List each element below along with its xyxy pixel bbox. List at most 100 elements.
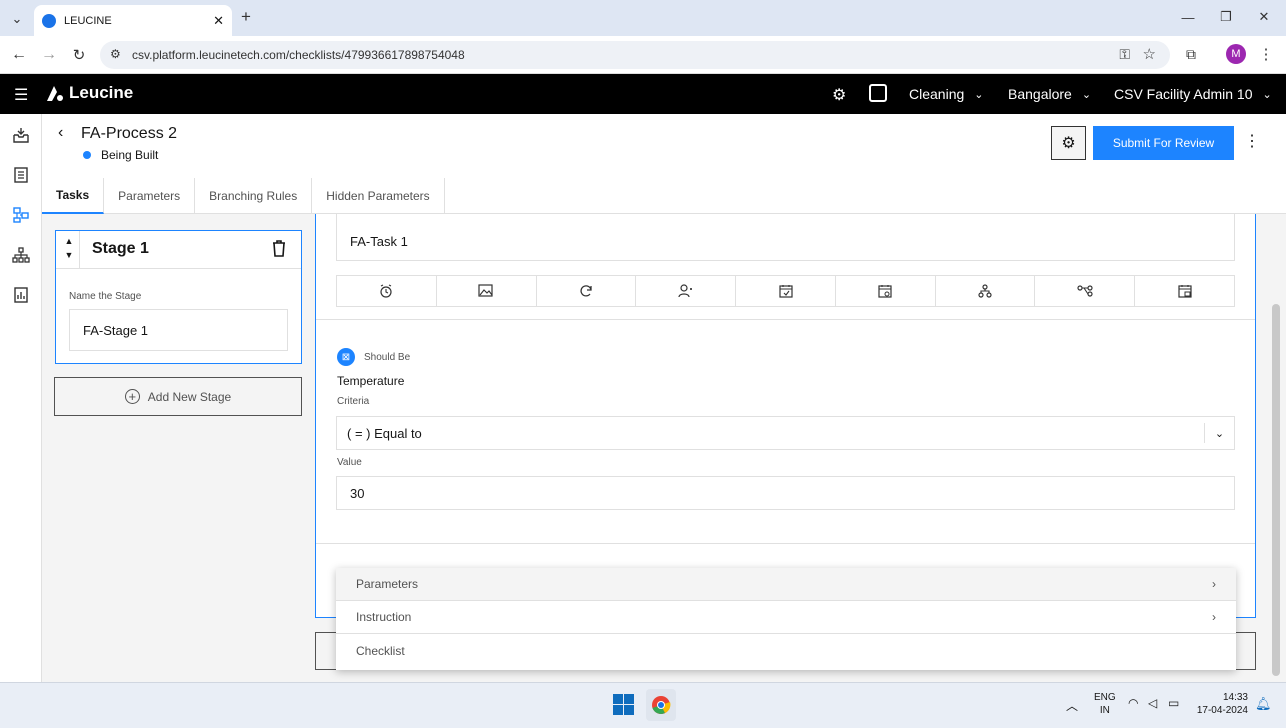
image-icon[interactable] [437,276,537,306]
menu-item-checklist[interactable]: Checklist [336,634,1236,667]
move-down-icon[interactable]: ▼ [62,248,76,262]
process-settings-button[interactable]: ⚙ [1051,126,1086,160]
site-info-icon[interactable]: ⚙ [110,47,121,61]
forward-icon[interactable]: → [40,46,58,64]
calendar-check-icon[interactable] [736,276,836,306]
browser-tab[interactable]: LEUCINE ✕ [34,5,232,36]
use-case-selector[interactable]: Cleaning ⌄ [909,86,983,102]
tray-chevron-up-icon[interactable]: ︿ [1066,697,1078,714]
address-bar[interactable]: ⚙ csv.platform.leucinetech.com/checklist… [100,41,1170,69]
add-element-menu: Parameters › Instruction › Checklist [336,568,1236,670]
back-icon[interactable]: ← [10,46,28,64]
stage-name-input[interactable]: FA-Stage 1 [69,309,288,351]
stage-reorder-control[interactable]: ▲ ▼ [62,234,76,262]
more-options-icon[interactable]: ⋮ [1244,131,1260,151]
menu-item-parameters[interactable]: Parameters › [336,568,1236,601]
menu-item-label: Parameters [356,577,419,591]
stage-name-label: Name the Stage [69,291,142,302]
value-input[interactable]: 30 [336,476,1235,510]
brand-logo[interactable]: Leucine [44,83,133,103]
chrome-taskbar-icon[interactable] [646,689,676,721]
bookmark-star-icon[interactable]: ☆ [1143,45,1156,63]
lang-top: ENG [1094,692,1116,703]
extensions-icon[interactable]: ⧉ [1182,45,1200,63]
password-key-icon[interactable]: ⚿ [1119,46,1130,63]
hierarchy-icon[interactable] [936,276,1036,306]
profile-avatar[interactable]: M [1226,44,1246,64]
back-arrow-icon[interactable]: ‹ [58,124,63,142]
process-title: FA-Process 2 [81,125,178,142]
value-label: Value [337,457,362,468]
builder-content: ▲ ▼ Stage 1 Name the Stage FA-Stage 1 + … [42,214,1286,682]
chevron-right-icon: › [1212,610,1216,624]
tab-parameters[interactable]: Parameters [104,178,196,214]
tab-tasks[interactable]: Tasks [42,178,105,214]
submit-for-review-button[interactable]: Submit For Review [1093,126,1234,160]
restore-icon[interactable]: ❐ [1218,9,1234,25]
windows-start-icon[interactable] [613,694,634,715]
branch-icon[interactable] [1035,276,1136,306]
language-indicator[interactable]: ENG IN [1094,691,1116,717]
notification-bell-icon[interactable]: 🔔︎ [1255,696,1272,712]
criteria-select[interactable]: ( = ) Equal to ⌄ [336,416,1235,450]
facility-label: Bangalore [1008,86,1072,102]
status-text: Being Built [101,148,159,162]
os-taskbar: ︿ ENG IN ◠ ◁ ▭ 14:33 17-04-2024 🔔︎ [0,682,1286,728]
ontology-icon[interactable] [10,244,32,266]
gear-icon: ⚙ [1061,135,1076,152]
clock-time: 14:33 [1222,692,1248,703]
tab-list-icon[interactable]: ⌄ [8,10,26,28]
hamburger-menu-icon[interactable]: ☰ [14,85,28,105]
clock[interactable]: 14:33 17-04-2024 [1192,691,1248,717]
tab-close-icon[interactable]: ✕ [213,13,224,29]
process-status: Being Built [83,148,158,162]
plus-circle-icon: + [124,389,140,404]
lang-bottom: IN [1099,705,1110,716]
task-card: FA-Task 1 ⊠ Should Be Temperature Criter… [315,214,1256,618]
stage-card-header: ▲ ▼ Stage 1 [56,231,301,269]
new-tab-icon[interactable]: + [238,7,254,26]
left-navigation-rail [0,114,42,682]
inbox-icon[interactable] [10,124,32,146]
minimize-icon[interactable]: — [1180,9,1196,25]
volume-icon[interactable]: ◁ [1148,696,1157,710]
menu-item-instruction[interactable]: Instruction › [336,601,1236,634]
window-close-icon[interactable]: ✕ [1256,9,1272,25]
facility-selector[interactable]: Bangalore ⌄ [1008,86,1091,102]
menu-item-label: Instruction [356,610,412,624]
wifi-icon[interactable]: ◠ [1128,696,1138,710]
add-new-stage-label: Add New Stage [147,389,232,404]
stage-title: Stage 1 [92,240,149,257]
tab-hidden-parameters[interactable]: Hidden Parameters [312,178,445,214]
alarm-icon[interactable] [337,276,437,306]
parameter-name: Temperature [337,374,405,388]
scan-icon[interactable] [869,84,887,102]
stage-card[interactable]: ▲ ▼ Stage 1 Name the Stage FA-Stage 1 [55,230,302,364]
reports-icon[interactable] [10,284,32,306]
tab-title: LEUCINE [64,14,112,27]
browser-menu-icon[interactable]: ⋮ [1258,45,1274,63]
chevron-down-icon: ⌄ [1262,88,1272,101]
parameter-type: ⊠ Should Be [337,348,410,366]
should-be-icon: ⊠ [337,348,355,366]
refresh-icon[interactable] [537,276,637,306]
delete-stage-icon[interactable] [272,240,286,262]
move-up-icon[interactable]: ▲ [62,234,76,248]
clock-date: 17-04-2024 [1196,705,1248,716]
task-toolbar [336,275,1235,307]
task-name-input[interactable]: FA-Task 1 [336,214,1235,261]
tab-branching-rules[interactable]: Branching Rules [195,178,313,214]
user-menu[interactable]: CSV Facility Admin 10 ⌄ [1114,86,1272,102]
settings-gear-icon[interactable]: ⚙ [832,85,846,105]
user-assign-icon[interactable] [636,276,737,306]
calendar-clock-icon[interactable] [836,276,936,306]
content-scrollbar[interactable] [1272,304,1280,676]
browser-toolbar: ← → ↻ ⚙ csv.platform.leucinetech.com/che… [0,36,1286,74]
user-name: CSV Facility Admin 10 [1114,86,1253,102]
calendar-save-icon[interactable] [1135,276,1234,306]
reload-icon[interactable]: ↻ [70,46,88,64]
add-new-stage-button[interactable]: + Add New Stage [54,377,302,416]
process-builder-icon[interactable] [10,204,32,226]
battery-icon[interactable]: ▭ [1168,696,1179,710]
checklist-icon[interactable] [10,164,32,186]
